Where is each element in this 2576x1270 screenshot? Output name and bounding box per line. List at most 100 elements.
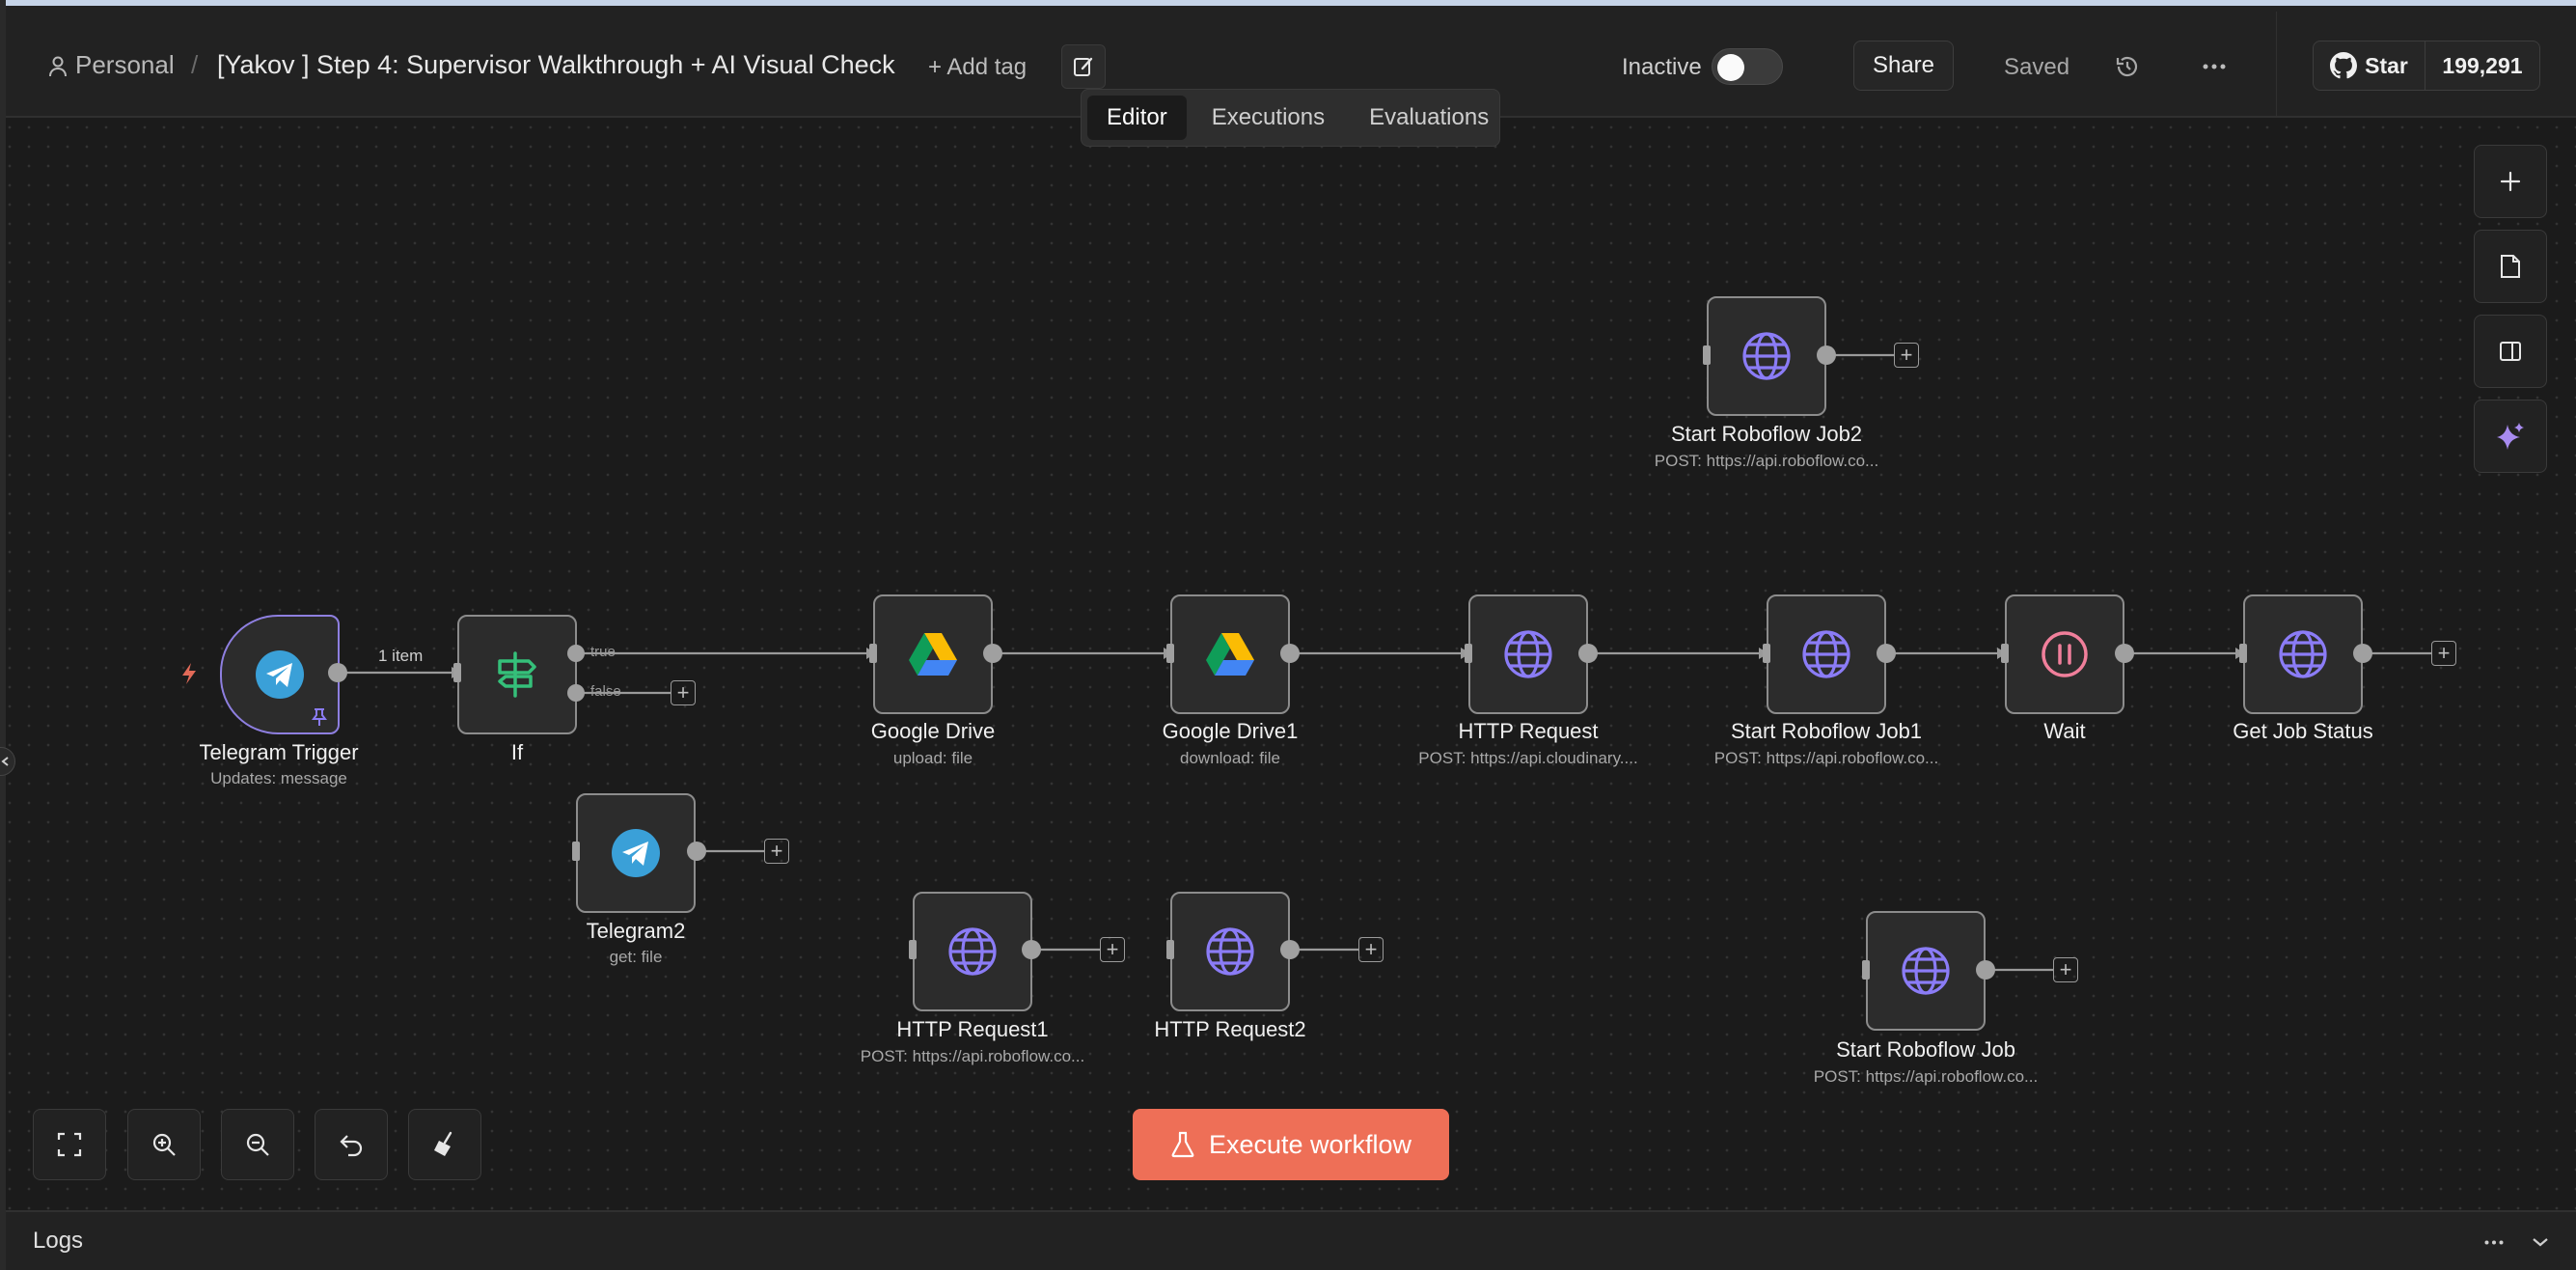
node-wait[interactable] — [2005, 594, 2124, 714]
toggle-panel-button[interactable] — [2474, 315, 2547, 388]
logs-more-icon[interactable] — [2480, 1228, 2508, 1256]
add-node-button[interactable] — [2474, 145, 2547, 218]
google-drive-icon — [1206, 633, 1254, 676]
share-button[interactable]: Share — [1853, 41, 1954, 91]
tidy-up-button[interactable] — [408, 1109, 481, 1180]
side-panel-icon — [2500, 342, 2521, 361]
logs-title: Logs — [33, 1228, 84, 1254]
github-star-button[interactable]: Star 199,291 — [2313, 41, 2540, 91]
node-label: Telegram2 — [586, 919, 686, 943]
plus-icon — [2500, 171, 2521, 192]
tab-evaluations[interactable]: Evaluations — [1350, 96, 1508, 140]
node-label: Get Job Status — [2233, 719, 2373, 743]
node-http-request1[interactable] — [913, 892, 1032, 1011]
node-google-drive1[interactable] — [1170, 594, 1290, 714]
node-http-request[interactable] — [1468, 594, 1588, 714]
version-history-icon[interactable] — [2113, 52, 2142, 81]
globe-icon — [1504, 630, 1552, 678]
zoom-out-icon — [246, 1133, 269, 1156]
github-icon — [2330, 52, 2358, 79]
node-telegram2[interactable] — [576, 793, 696, 913]
reset-zoom-button[interactable] — [315, 1109, 388, 1180]
chevron-left-icon — [1, 757, 9, 766]
signpost-icon — [498, 651, 536, 698]
globe-icon — [1742, 332, 1791, 380]
add-tag-button[interactable]: + Add tag — [928, 54, 1027, 81]
edge-item-count: 1 item — [378, 647, 424, 665]
node-subtitle: Updates: message — [210, 769, 347, 787]
edit-description-button[interactable] — [1061, 44, 1106, 89]
zoom-in-button[interactable] — [127, 1109, 201, 1180]
if-false-label: false — [590, 683, 621, 700]
node-telegram-trigger[interactable] — [220, 615, 340, 734]
broom-icon — [434, 1131, 452, 1156]
add-node-plus-button[interactable]: + — [2431, 641, 2456, 666]
if-true-label: true — [590, 644, 616, 660]
telegram-icon — [256, 650, 304, 699]
toggle-knob — [1717, 54, 1744, 81]
saved-status: Saved — [2004, 54, 2070, 80]
zoom-to-fit-button[interactable] — [33, 1109, 106, 1180]
node-subtitle: POST: https://api.roboflow.co... — [1654, 452, 1879, 470]
zoom-out-button[interactable] — [221, 1109, 294, 1180]
node-label: Google Drive — [870, 719, 996, 743]
more-options-icon[interactable] — [2198, 52, 2231, 81]
globe-icon — [1902, 947, 1950, 995]
view-tabs: Editor Executions Evaluations — [1081, 89, 1500, 147]
add-node-plus-button[interactable]: + — [1894, 343, 1919, 368]
flask-icon — [1171, 1131, 1194, 1158]
node-label: Google Drive1 — [1162, 719, 1299, 743]
active-status-label: Inactive — [1622, 54, 1702, 80]
node-start-roboflow-job[interactable] — [1866, 911, 1986, 1031]
breadcrumb-separator: / — [191, 50, 199, 79]
telegram-icon — [612, 829, 660, 877]
node-start-roboflow-job1[interactable] — [1767, 594, 1886, 714]
add-node-plus-button[interactable]: + — [1100, 937, 1125, 962]
google-drive-icon — [909, 633, 957, 676]
globe-icon — [948, 927, 997, 976]
chevron-down-icon[interactable] — [2526, 1228, 2555, 1256]
window-left-edge — [0, 0, 6, 1270]
node-if[interactable] — [457, 615, 577, 734]
node-subtitle: POST: https://api.roboflow.co... — [1713, 749, 1939, 767]
workflow-title[interactable]: [Yakov ] Step 4: Supervisor Walkthrough … — [217, 50, 895, 80]
github-star-label: Star — [2365, 52, 2408, 78]
node-subtitle: POST: https://api.roboflow.co... — [860, 1047, 1085, 1065]
node-get-job-status[interactable] — [2243, 594, 2363, 714]
workflow-canvas[interactable]: + + + + + + + 1 item true false Telegram… — [0, 118, 2576, 1210]
node-google-drive[interactable] — [873, 594, 993, 714]
n8n-workflow-editor: Personal / [Yakov ] Step 4: Supervisor W… — [0, 0, 2576, 1270]
active-toggle[interactable] — [1712, 48, 1783, 85]
ai-assistant-button[interactable] — [2474, 400, 2547, 473]
add-node-plus-button[interactable]: + — [1358, 937, 1384, 962]
user-icon — [48, 56, 68, 77]
add-node-plus-button[interactable]: + — [2053, 957, 2078, 982]
globe-icon — [2279, 630, 2327, 678]
globe-icon — [1802, 630, 1850, 678]
tab-executions[interactable]: Executions — [1192, 96, 1344, 140]
node-label: HTTP Request — [1458, 719, 1599, 743]
header-divider — [2276, 12, 2277, 124]
add-node-plus-button[interactable]: + — [764, 839, 789, 864]
sticky-note-icon — [2501, 255, 2520, 278]
node-label: Start Roboflow Job2 — [1670, 422, 1863, 446]
fit-view-icon — [57, 1132, 82, 1157]
node-subtitle: POST: https://api.roboflow.co... — [1813, 1067, 2039, 1086]
undo-icon — [340, 1135, 363, 1157]
sparkle-icon — [2497, 423, 2524, 450]
add-node-plus-button[interactable]: + — [671, 680, 696, 705]
edit-note-icon — [1074, 57, 1093, 76]
breadcrumb-project[interactable]: Personal — [75, 50, 175, 80]
node-label: Start Roboflow Job — [1836, 1037, 2015, 1062]
tab-editor[interactable]: Editor — [1087, 96, 1187, 140]
execute-workflow-button[interactable]: Execute workflow — [1133, 1109, 1449, 1180]
add-sticky-note-button[interactable] — [2474, 230, 2547, 303]
node-http-request2[interactable] — [1170, 892, 1290, 1011]
github-star-section[interactable]: Star — [2314, 41, 2425, 90]
pause-icon — [2042, 631, 2088, 677]
node-subtitle: get: file — [609, 948, 663, 966]
globe-icon — [1206, 927, 1254, 976]
logs-panel[interactable]: Logs — [0, 1210, 2576, 1270]
execute-workflow-label: Execute workflow — [1208, 1129, 1412, 1159]
node-start-roboflow-job2[interactable] — [1707, 296, 1826, 416]
